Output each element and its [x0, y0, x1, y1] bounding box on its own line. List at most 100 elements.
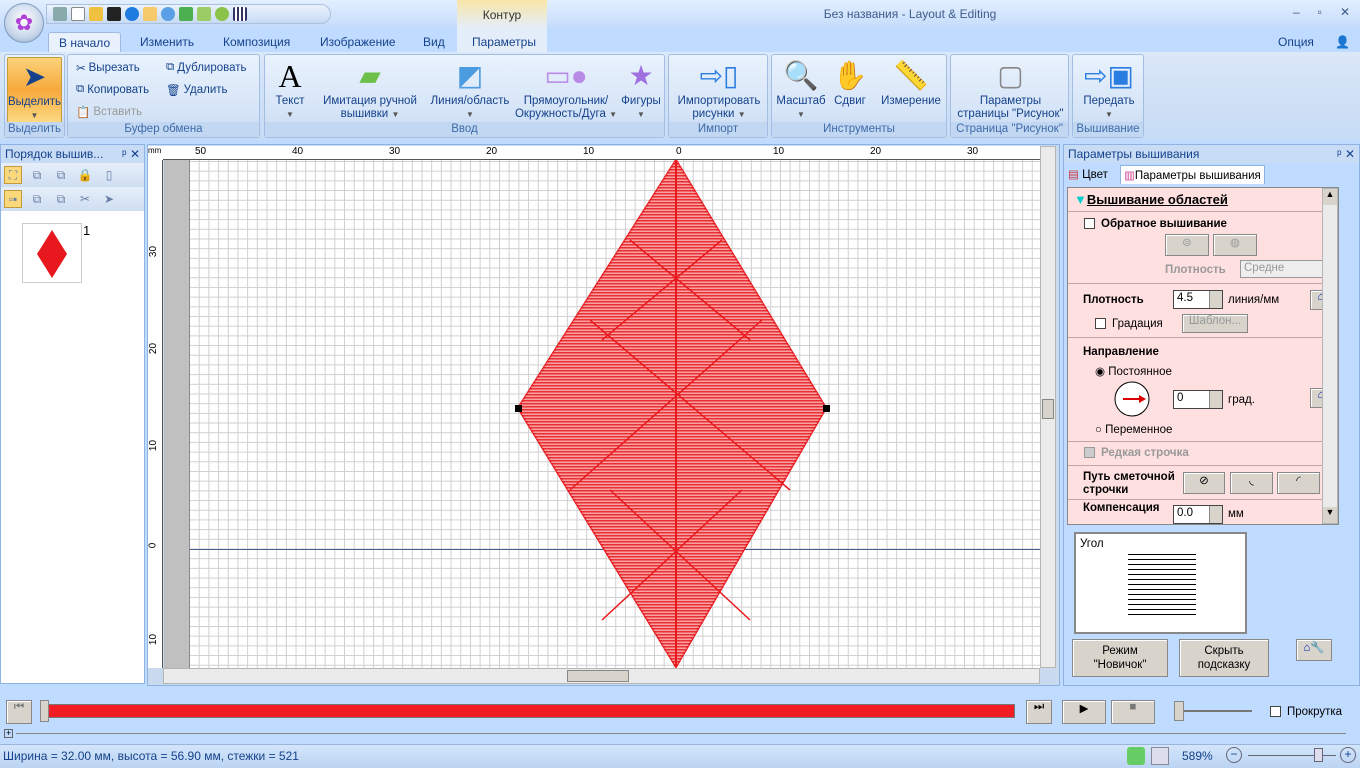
user-icon[interactable]: 👤 — [1325, 32, 1360, 52]
zoom-button[interactable]: 🔍 Масштаб ▼ — [776, 57, 826, 121]
sparse-checkbox[interactable]: Редкая строчка — [1084, 447, 1189, 459]
pattern-thumbnail[interactable] — [22, 223, 82, 283]
horizontal-scroll-thumb[interactable] — [567, 670, 629, 682]
delete-button[interactable]: 🗑 Удалить — [166, 83, 228, 97]
rotate-left-icon[interactable]: ⧉ — [28, 190, 46, 208]
scroll-down-icon[interactable]: ▼ — [1323, 507, 1337, 523]
move-back-icon[interactable]: ⧉ — [28, 166, 46, 184]
hand-embroidery-button[interactable]: ▰ Имитация ручной вышивки ▼ — [317, 57, 423, 121]
green-ball-icon[interactable] — [215, 7, 229, 21]
tab-color[interactable]: ▤ Цвет — [1068, 167, 1108, 181]
zoom-in-icon[interactable]: + — [1340, 747, 1356, 763]
sheet-icon[interactable] — [53, 7, 67, 21]
line-area-button[interactable]: ◩ Линия/область ▼ — [425, 57, 515, 121]
stitches-icon[interactable] — [233, 7, 247, 21]
horizontal-fill-button[interactable]: ⊜ — [1165, 234, 1209, 256]
shapes-button[interactable]: ★ Фигуры ▼ — [619, 57, 663, 121]
speed-slider[interactable] — [1174, 710, 1252, 712]
restore-icon[interactable]: ▫ — [1318, 5, 1322, 19]
move-forward-icon[interactable]: ⧉ — [52, 166, 70, 184]
default-settings-button[interactable]: ⌂🔧 — [1296, 639, 1332, 661]
import-images-button[interactable]: ⇨▯ Импортировать рисунки ▼ — [671, 57, 767, 121]
hide-hint-button[interactable]: Скрыть подсказку — [1179, 639, 1269, 677]
save-icon[interactable] — [107, 7, 121, 21]
constant-radio[interactable]: ◉ Постоянное — [1095, 364, 1172, 378]
new-icon[interactable] — [71, 7, 85, 21]
close-icon[interactable]: ✕ — [1340, 5, 1350, 19]
circle-icon[interactable] — [125, 7, 139, 21]
page-view-icon[interactable] — [1151, 747, 1169, 765]
tab-image[interactable]: Изображение — [310, 32, 406, 52]
variable-radio[interactable]: ○ Переменное — [1095, 424, 1172, 436]
cut-button[interactable]: ✂ Вырезать — [76, 61, 140, 75]
tab-view[interactable]: Вид — [413, 32, 455, 52]
properties-scrollbar[interactable]: ▲ ▼ — [1322, 188, 1338, 524]
pan-button[interactable]: ✋ Сдвиг — [828, 57, 872, 108]
play-button[interactable]: ▶ — [1062, 700, 1106, 724]
zoom-out-icon[interactable]: − — [1226, 747, 1242, 763]
select-button[interactable]: ➤ Выделить ▼ — [7, 57, 62, 123]
lock-icon[interactable]: 🔒 — [76, 166, 94, 184]
stitch-icon[interactable] — [143, 7, 157, 21]
diamond-design[interactable] — [190, 160, 1040, 668]
design-grid[interactable] — [190, 160, 1040, 668]
send-button[interactable]: ⇨▣ Передать ▼ — [1075, 57, 1143, 121]
cut-disabled-icon[interactable]: ✂ — [76, 190, 94, 208]
app-menu-button[interactable]: ✿ — [4, 3, 44, 43]
redo-icon[interactable] — [197, 7, 211, 21]
density-select[interactable]: Средне▼ — [1240, 260, 1333, 278]
copy-button[interactable]: ⧉ Копировать — [76, 83, 149, 96]
vertical-scrollbar[interactable] — [1040, 146, 1056, 668]
fit-icon[interactable]: ⛶ — [4, 166, 22, 184]
progress-slider-thumb[interactable] — [40, 700, 49, 722]
rotate-right-icon[interactable]: ⧉ — [52, 190, 70, 208]
stitch-progress-bar[interactable] — [40, 704, 1015, 718]
selection-handle[interactable] — [515, 405, 522, 412]
undo-icon[interactable] — [179, 7, 193, 21]
reverse-checkbox[interactable]: Обратное вышивание — [1084, 218, 1227, 230]
tab-composition[interactable]: Композиция — [213, 32, 300, 52]
stop-button[interactable]: ■ — [1111, 700, 1155, 724]
scroll-checkbox[interactable]: Прокрутка — [1270, 706, 1342, 718]
ring-icon[interactable] — [161, 7, 175, 21]
scroll-up-icon[interactable]: ▲ — [1323, 189, 1337, 205]
zoom-slider-thumb[interactable] — [1314, 748, 1323, 762]
order-mode-icon[interactable]: ▫▪ — [4, 190, 22, 208]
tab-edit[interactable]: Изменить — [130, 32, 204, 52]
underlay-option-2[interactable]: ◟ — [1230, 472, 1273, 494]
open-icon[interactable] — [89, 7, 103, 21]
rewind-start-button[interactable]: ⏮ — [6, 700, 32, 724]
gradation-checkbox[interactable]: Градация — [1095, 318, 1163, 330]
speed-slider-thumb[interactable] — [1174, 701, 1184, 721]
measure-button[interactable]: 📏 Измерение — [876, 57, 946, 108]
novice-mode-button[interactable]: Режим "Новичок" — [1072, 639, 1168, 677]
paste-button[interactable]: 📋 Вставить — [76, 105, 142, 119]
tab-embroidery-params[interactable]: ▥Параметры вышивания — [1120, 165, 1265, 184]
underlay-option-3[interactable]: ◜ — [1277, 472, 1320, 494]
vertical-scroll-thumb[interactable] — [1042, 399, 1054, 419]
pointer-icon[interactable]: ➤ — [100, 190, 118, 208]
refresh-icon[interactable] — [1127, 747, 1145, 765]
mesh-fill-button[interactable]: ◍ — [1213, 234, 1257, 256]
minimize-icon[interactable]: – — [1293, 5, 1300, 19]
option-menu[interactable]: Опция — [1268, 32, 1324, 52]
compensation-spinner[interactable]: 0.0 — [1173, 505, 1223, 524]
density-spinner[interactable]: 4.5 — [1173, 290, 1223, 309]
tab-parameters[interactable]: Параметры — [462, 32, 546, 52]
horizontal-scrollbar[interactable] — [163, 668, 1040, 684]
close-panel-icon[interactable]: ✕ — [130, 147, 140, 161]
skip-end-button[interactable]: ⏭ — [1026, 700, 1052, 724]
template-button[interactable]: Шаблон... — [1182, 314, 1248, 333]
angle-spinner[interactable]: 0 — [1173, 390, 1223, 409]
frame-icon[interactable]: ▯ — [100, 166, 118, 184]
duplicate-button[interactable]: ⧉ Дублировать — [166, 61, 247, 74]
close-panel-icon[interactable]: ✕ — [1345, 147, 1355, 161]
selection-handle[interactable] — [823, 405, 830, 412]
text-button[interactable]: A Текст ▼ — [271, 57, 309, 121]
underlay-option-1[interactable]: ⊘ — [1183, 472, 1225, 494]
page-settings-button[interactable]: ▢ Параметры страницы "Рисунок" — [953, 57, 1068, 121]
pin-icon[interactable]: ᵖ — [122, 147, 127, 161]
section-header[interactable]: ▼Вышивание областей — [1068, 188, 1338, 212]
rectangle-circle-button[interactable]: ▭● Прямоугольник/Окружность/Дуга ▼ — [513, 57, 619, 121]
pin-icon[interactable]: ᵖ — [1337, 147, 1342, 161]
